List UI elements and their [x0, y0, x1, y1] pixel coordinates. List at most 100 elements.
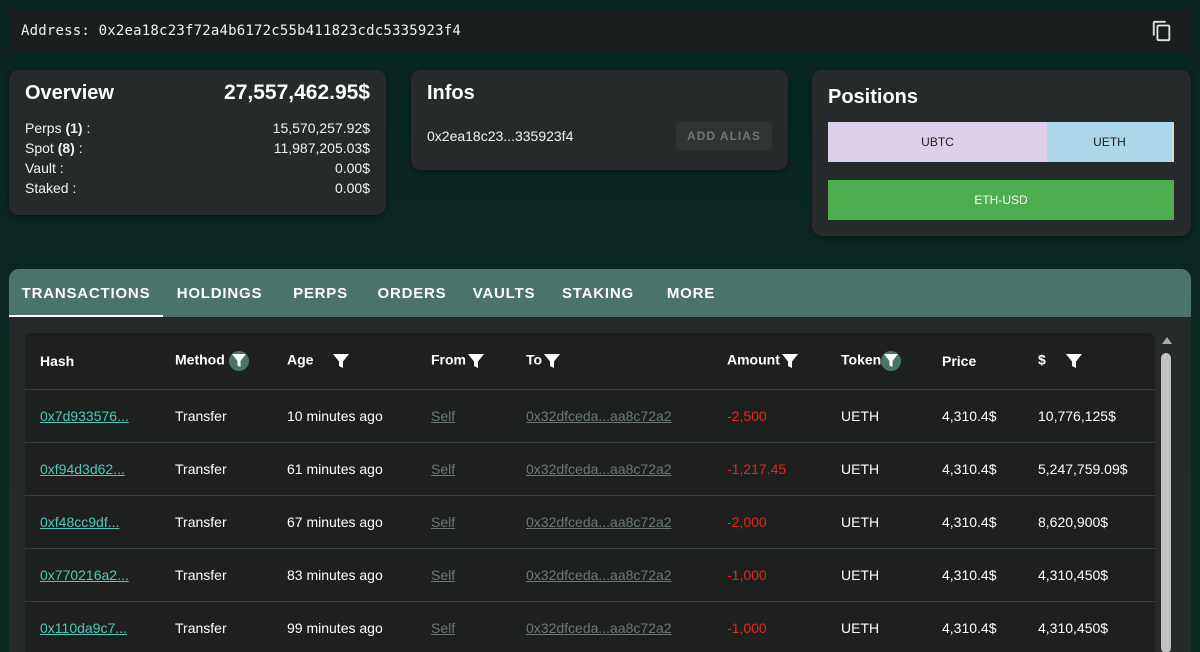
- column-label: From: [431, 351, 466, 368]
- column-label: $: [1038, 351, 1046, 368]
- overview-count: (8): [57, 140, 75, 156]
- tx-to-link[interactable]: 0x32dfceda...aa8c72a2: [526, 461, 672, 477]
- column-amount: Amount: [712, 333, 826, 390]
- tab-vaults[interactable]: VAULTS: [459, 269, 549, 317]
- filter-icon[interactable]: [1064, 351, 1084, 371]
- tx-to-link[interactable]: 0x32dfceda...aa8c72a2: [526, 567, 672, 583]
- column-price: Price: [927, 333, 1023, 390]
- tx-price: 4,310.4$: [927, 495, 1023, 549]
- position-eth-usd[interactable]: ETH-USD: [828, 180, 1174, 220]
- filter-icon[interactable]: [542, 351, 562, 371]
- overview-suffix: :: [74, 140, 83, 156]
- tx-from-link[interactable]: Self: [431, 567, 455, 583]
- table-scrollbar[interactable]: [1159, 333, 1175, 652]
- tab-more[interactable]: MORE: [647, 269, 735, 317]
- tab-holdings[interactable]: HOLDINGS: [163, 269, 276, 317]
- position-segment-edge: [1172, 122, 1174, 162]
- table-row: 0x770216a2... Transfer 83 minutes ago Se…: [25, 548, 1155, 602]
- filter-icon[interactable]: [780, 351, 800, 371]
- overview-value: 11,987,205.03$: [273, 140, 370, 156]
- overview-suffix: :: [82, 120, 91, 136]
- tx-age: 67 minutes ago: [272, 495, 416, 549]
- tx-age: 10 minutes ago: [272, 389, 416, 443]
- filter-icon[interactable]: [331, 351, 351, 371]
- infos-title: Infos: [427, 82, 475, 104]
- tx-token: UETH: [826, 548, 927, 602]
- tx-from-link[interactable]: Self: [431, 461, 455, 477]
- table-row: 0xf94d3d62... Transfer 61 minutes ago Se…: [25, 442, 1155, 496]
- add-alias-button[interactable]: ADD ALIAS: [676, 122, 772, 150]
- position-segment-ueth[interactable]: UETH: [1047, 122, 1172, 162]
- filter-active-icon[interactable]: [228, 350, 249, 371]
- column-method: Method: [160, 333, 272, 390]
- tx-amount: -2,500: [712, 389, 826, 443]
- tx-to-link[interactable]: 0x32dfceda...aa8c72a2: [526, 408, 672, 424]
- tx-hash-link[interactable]: 0xf48cc9df...: [40, 514, 119, 530]
- table-row: 0x7d933576... Transfer 10 minutes ago Se…: [25, 389, 1155, 443]
- tab-bar: TRANSACTIONS HOLDINGS PERPS ORDERS VAULT…: [9, 269, 1191, 317]
- tab-panel: TRANSACTIONS HOLDINGS PERPS ORDERS VAULT…: [9, 269, 1191, 652]
- infos-address: 0x2ea18c23...335923f4: [427, 128, 574, 144]
- position-segment-ubtc[interactable]: UBTC: [828, 122, 1047, 162]
- tx-price: 4,310.4$: [927, 548, 1023, 602]
- table-header-row: Hash Method Age From To Amount Token Pri…: [25, 333, 1155, 390]
- address-text: Address: 0x2ea18c23f72a4b6172c55b411823c…: [21, 23, 462, 39]
- overview-count: (1): [65, 120, 83, 136]
- tx-hash-link[interactable]: 0xf94d3d62...: [40, 461, 125, 477]
- tx-from-link[interactable]: Self: [431, 620, 455, 636]
- tx-usd: 4,310,450$: [1023, 601, 1155, 652]
- tx-method: Transfer: [160, 548, 272, 602]
- filter-icon[interactable]: [466, 351, 486, 371]
- tx-from-link[interactable]: Self: [431, 408, 455, 424]
- column-label: Hash: [40, 352, 75, 369]
- overview-value: 0.00$: [334, 160, 370, 176]
- column-label: Age: [287, 351, 314, 368]
- tab-staking[interactable]: STAKING: [549, 269, 647, 317]
- tx-to-link[interactable]: 0x32dfceda...aa8c72a2: [526, 620, 672, 636]
- overview-label: Vault :: [25, 160, 64, 176]
- tx-age: 83 minutes ago: [272, 548, 416, 602]
- tx-to-link[interactable]: 0x32dfceda...aa8c72a2: [526, 514, 672, 530]
- column-label: Token: [841, 351, 882, 368]
- overview-label: Perps: [25, 120, 62, 136]
- address-bar: Address: 0x2ea18c23f72a4b6172c55b411823c…: [9, 10, 1191, 52]
- tx-from-link[interactable]: Self: [431, 514, 455, 530]
- tx-method: Transfer: [160, 389, 272, 443]
- transactions-table: Hash Method Age From To Amount Token Pri…: [25, 333, 1155, 652]
- tx-hash-link[interactable]: 0x7d933576...: [40, 408, 129, 424]
- column-label: To: [526, 351, 543, 368]
- column-label: Price: [942, 352, 977, 369]
- column-to: To: [511, 333, 712, 390]
- infos-card: Infos 0x2ea18c23...335923f4 ADD ALIAS: [411, 70, 788, 170]
- tx-method: Transfer: [160, 601, 272, 652]
- overview-value: 15,570,257.92$: [272, 120, 370, 136]
- tx-token: UETH: [826, 601, 927, 652]
- column-hash: Hash: [25, 333, 160, 390]
- overview-label: Spot: [25, 140, 54, 156]
- column-label: Amount: [727, 351, 780, 368]
- column-from: From: [416, 333, 511, 390]
- scroll-up-arrow-icon[interactable]: [1162, 337, 1172, 344]
- tab-orders[interactable]: ORDERS: [365, 269, 459, 317]
- copy-icon[interactable]: [1151, 20, 1173, 42]
- tx-token: UETH: [826, 389, 927, 443]
- tx-usd: 4,310,450$: [1023, 548, 1155, 602]
- overview-title: Overview: [25, 81, 114, 104]
- table-row: 0xf48cc9df... Transfer 67 minutes ago Se…: [25, 495, 1155, 549]
- column-token: Token: [826, 333, 927, 390]
- tab-transactions[interactable]: TRANSACTIONS: [9, 269, 163, 317]
- table-row: 0x110da9c7... Transfer 99 minutes ago Se…: [25, 601, 1155, 652]
- tx-method: Transfer: [160, 495, 272, 549]
- filter-active-icon[interactable]: [881, 350, 902, 371]
- overview-row-vault: Vault : 0.00$: [25, 158, 370, 178]
- tx-hash-link[interactable]: 0x110da9c7...: [40, 620, 127, 636]
- scroll-thumb[interactable]: [1161, 353, 1171, 652]
- column-usd: $: [1023, 333, 1155, 390]
- overview-label: Staked :: [25, 180, 77, 196]
- tx-price: 4,310.4$: [927, 601, 1023, 652]
- overview-total: 27,557,462.95$: [224, 81, 370, 104]
- tab-perps[interactable]: PERPS: [276, 269, 365, 317]
- overview-row-spot: Spot (8) : 11,987,205.03$: [25, 138, 370, 158]
- column-label: Method: [175, 351, 225, 368]
- tx-hash-link[interactable]: 0x770216a2...: [40, 567, 129, 583]
